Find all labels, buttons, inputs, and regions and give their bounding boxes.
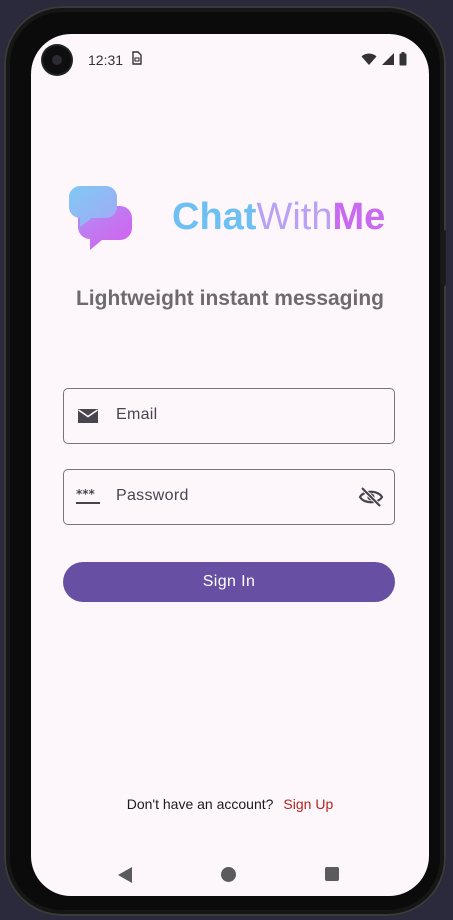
signal-icon: [381, 52, 395, 71]
password-label: Password: [116, 487, 189, 504]
sim-card-icon: [131, 51, 142, 68]
battery-icon: [399, 52, 407, 71]
visibility-off-icon[interactable]: [358, 485, 384, 509]
status-time: 12:31: [88, 52, 124, 68]
home-icon[interactable]: [221, 867, 236, 882]
navigation-bar: [31, 864, 429, 884]
wifi-icon: [361, 53, 377, 71]
svg-text:***: ***: [76, 487, 96, 501]
signup-question: Don't have an account?: [126, 796, 274, 812]
phone-frame: 12:31 ChatWithMe Lightweight instant mes…: [4, 6, 446, 916]
power-button: [441, 230, 446, 286]
email-label: Email: [116, 406, 158, 423]
back-icon[interactable]: [117, 866, 133, 889]
logo-text-chat: Chat: [172, 196, 257, 238]
chat-bubbles-logo-icon: [66, 184, 136, 259]
app-logo: ChatWithMe: [66, 184, 386, 256]
recents-icon[interactable]: [325, 867, 339, 881]
tagline: Lightweight instant messaging: [75, 287, 385, 310]
camera-cutout: [43, 46, 71, 74]
sign-in-button[interactable]: Sign In: [63, 562, 395, 602]
signup-prompt: Don't have an account? Sign Up: [31, 796, 429, 812]
sign-up-link[interactable]: Sign Up: [283, 796, 333, 812]
logo-text-with: With: [256, 196, 333, 238]
password-field[interactable]: *** Password: [63, 469, 395, 525]
status-icons: [361, 52, 407, 71]
logo-wordmark: ChatWithMe: [172, 196, 385, 239]
logo-text-me: Me: [332, 196, 386, 238]
app-screen: 12:31 ChatWithMe Lightweight instant mes…: [31, 34, 429, 896]
email-field[interactable]: Email: [63, 388, 395, 444]
password-dots-icon: ***: [76, 485, 100, 509]
mail-icon: [76, 404, 100, 428]
